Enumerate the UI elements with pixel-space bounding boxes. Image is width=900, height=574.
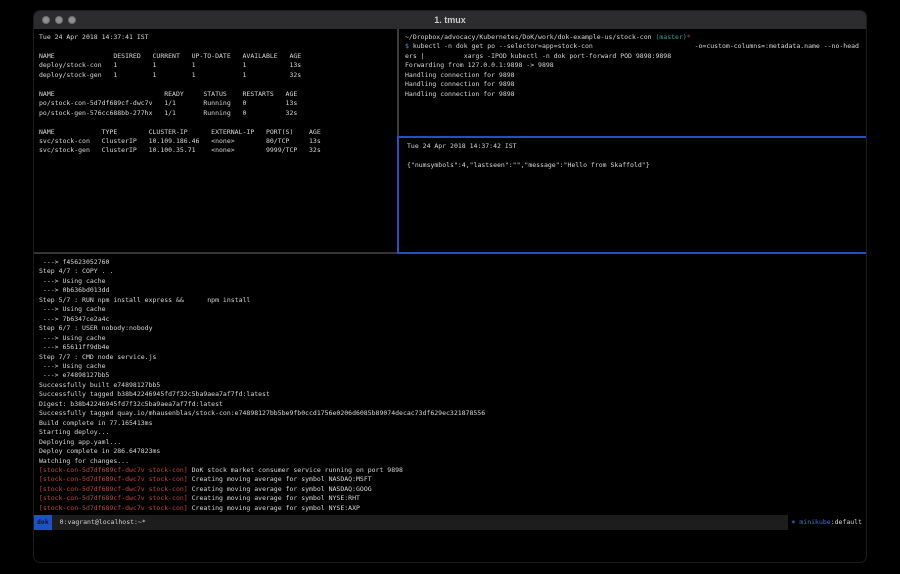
kube-context-name: minikube xyxy=(799,518,830,526)
session-name-badge[interactable]: dok xyxy=(34,515,52,530)
terminal-line: {"numsymbols":4,"lastseen":"","message":… xyxy=(407,161,867,170)
terminal-line: po/stock-gen-576cc688bb-277hx 1/1 Runnin… xyxy=(39,109,396,118)
pane-divider-vertical[interactable] xyxy=(397,29,399,136)
terminal-line: Step 4/7 : COPY . . xyxy=(39,267,867,276)
terminal-line: Build complete in 77.165413ms xyxy=(39,419,867,428)
terminal-line: NAME DESIRED CURRENT UP-TO-DATE AVAILABL… xyxy=(39,52,396,61)
window-title: 1. tmux xyxy=(34,11,866,29)
terminal-line: deploy/stock-gen 1 1 1 1 32s xyxy=(39,71,396,80)
pane-curl-output[interactable]: Tue 24 Apr 2018 14:37:42 IST {"numsymbol… xyxy=(402,138,867,252)
terminal-line: Starting deploy... xyxy=(39,428,867,437)
terminal-line: ---> Using cache xyxy=(39,277,867,286)
kube-context-indicator: ⎈ minikube:default xyxy=(788,515,866,530)
terminal-line xyxy=(39,80,396,89)
pane-skaffold-build-log[interactable]: ---> f45623052760Step 4/7 : COPY . . ---… xyxy=(34,254,867,515)
terminal-line: svc/stock-gen ClusterIP 10.100.35.71 <no… xyxy=(39,146,396,155)
terminal-line: Successfully tagged quay.io/mhausenblas/… xyxy=(39,409,867,418)
terminal-line: ---> 65611ff9db4e xyxy=(39,343,867,352)
terminal-line: Forwarding from 127.0.0.1:9898 -> 9898 xyxy=(405,61,867,70)
terminal-line: Successfully built e74898127bb5 xyxy=(39,381,867,390)
terminal-line: ---> Using cache xyxy=(39,305,867,314)
pane-port-forward[interactable]: ~/Dropbox/advocacy/Kubernetes/DoK/work/d… xyxy=(400,29,867,136)
minimize-icon[interactable] xyxy=(55,16,63,24)
terminal-line: NAME TYPE CLUSTER-IP EXTERNAL-IP PORT(S)… xyxy=(39,128,396,137)
terminal-line: [stock-con-5d7df689cf-dwc7v stock-con] D… xyxy=(39,466,867,475)
terminal-line: $ kubectl -n dok get po --selector=app=s… xyxy=(405,42,867,51)
traffic-lights xyxy=(34,16,76,24)
terminal-line: ers | xargs -IPOD kubectl -n dok port-fo… xyxy=(405,52,867,61)
terminal-line: ---> 7b6347ce2a4c xyxy=(39,315,867,324)
terminal-line: Handling connection for 9898 xyxy=(405,71,867,80)
terminal-line: deploy/stock-con 1 1 1 1 13s xyxy=(39,61,396,70)
terminal-line xyxy=(39,42,396,51)
terminal-line xyxy=(39,118,396,127)
terminal-line: ---> Using cache xyxy=(39,334,867,343)
terminal-line: ---> Using cache xyxy=(39,362,867,371)
terminal-line: Step 5/7 : RUN npm install express && np… xyxy=(39,296,867,305)
zoom-icon[interactable] xyxy=(68,16,76,24)
terminal-line: svc/stock-con ClusterIP 10.109.186.46 <n… xyxy=(39,137,396,146)
terminal-line: NAME READY STATUS RESTARTS AGE xyxy=(39,90,396,99)
terminal-line: Deploy complete in 286.647823ms xyxy=(39,447,867,456)
kube-namespace: :default xyxy=(831,518,862,526)
terminal-line: po/stock-con-5d7df689cf-dwc7v 1/1 Runnin… xyxy=(39,99,396,108)
terminal-line: [stock-con-5d7df689cf-dwc7v stock-con] C… xyxy=(39,494,867,503)
terminal-window: 1. tmux Tue 24 Apr 2018 14:37:41 IST NAM… xyxy=(33,10,867,563)
terminal-line: ---> e74898127bb5 xyxy=(39,371,867,380)
terminal-line: [stock-con-5d7df689cf-dwc7v stock-con] C… xyxy=(39,475,867,484)
terminal-line xyxy=(407,151,867,160)
terminal-line: ---> f45623052760 xyxy=(39,258,867,267)
close-icon[interactable] xyxy=(42,16,50,24)
terminal-line: Successfully tagged b38b42246945fd7f32c5… xyxy=(39,390,867,399)
terminal-line: Tue 24 Apr 2018 14:37:41 IST xyxy=(39,33,396,42)
terminal-line: Step 6/7 : USER nobody:nobody xyxy=(39,324,867,333)
pane-kubectl-watch[interactable]: Tue 24 Apr 2018 14:37:41 IST NAME DESIRE… xyxy=(34,29,396,252)
terminal-line: Tue 24 Apr 2018 14:37:42 IST xyxy=(407,142,867,151)
terminal-line: Digest: b38b42246945fd7f32c5ba9aea7af7fd… xyxy=(39,400,867,409)
terminal-line: [stock-con-5d7df689cf-dwc7v stock-con] C… xyxy=(39,504,867,513)
terminal-line: Step 7/7 : CMD node service.js xyxy=(39,353,867,362)
terminal-line: ---> 0b636bd013dd xyxy=(39,286,867,295)
terminal-line: Handling connection for 9898 xyxy=(405,80,867,89)
window-list-item[interactable]: 0:vagrant@localhost:~* xyxy=(52,515,150,530)
tmux-status-bar: dok 0:vagrant@localhost:~* ⎈ minikube:de… xyxy=(34,515,866,530)
title-bar[interactable]: 1. tmux xyxy=(34,11,866,29)
active-pane-divider-vertical[interactable] xyxy=(397,136,399,254)
terminal-line: ~/Dropbox/advocacy/Kubernetes/DoK/work/d… xyxy=(405,33,867,42)
terminal-line: Watching for changes... xyxy=(39,457,867,466)
terminal-line: [stock-con-5d7df689cf-dwc7v stock-con] C… xyxy=(39,485,867,494)
terminal-line: Handling connection for 9898 xyxy=(405,90,867,99)
terminal-line: Deploying app.yaml... xyxy=(39,438,867,447)
